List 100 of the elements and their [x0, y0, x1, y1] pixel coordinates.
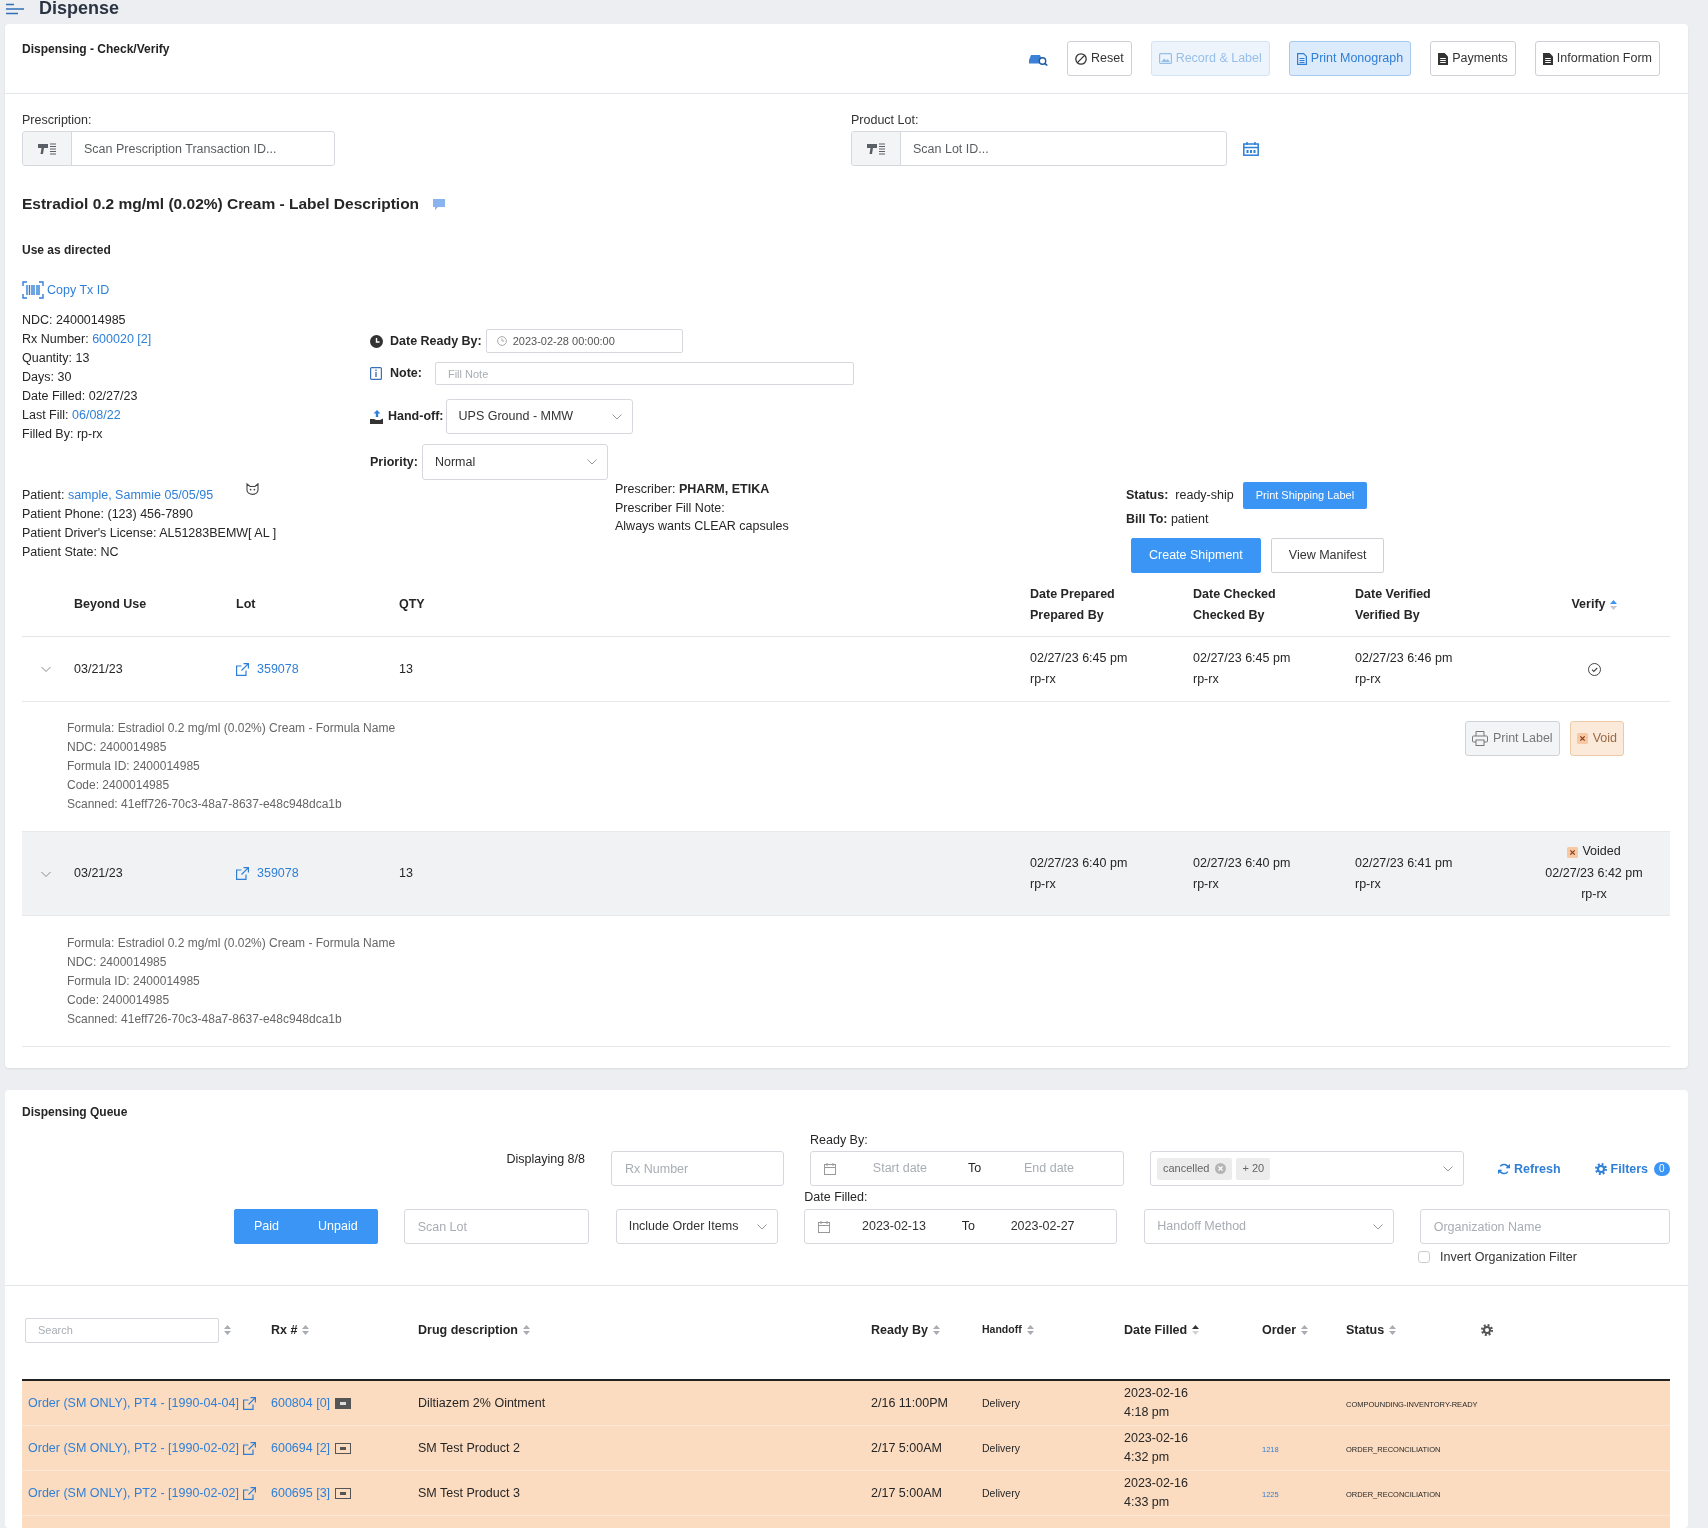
- file-icon: [1542, 52, 1553, 65]
- payment-toggle-button[interactable]: Paid: [234, 1209, 300, 1244]
- detail-text: NDC: 2400014985: [22, 312, 126, 330]
- lot-link[interactable]: 359078: [257, 660, 299, 678]
- table-cell: 13: [399, 661, 413, 676]
- column-header[interactable]: Drug description: [418, 1321, 518, 1339]
- start-date-input[interactable]: 2023-02-13: [843, 1218, 944, 1235]
- column-header[interactable]: Order: [1262, 1321, 1297, 1339]
- date-input[interactable]: 2023-02-28 00:00:00: [512, 333, 633, 349]
- x-square-icon: [1567, 846, 1579, 858]
- filter-tag[interactable]: cancelled: [1157, 1157, 1233, 1180]
- file-icon: [1296, 52, 1307, 65]
- hand-arrow-icon: [370, 409, 384, 424]
- file-icon: [1438, 52, 1449, 65]
- order-items-select[interactable]: Include Order Items: [615, 1209, 779, 1244]
- print-shipping-label-button[interactable]: Print Shipping Label: [1242, 482, 1368, 509]
- table-cell: SM Test Product 3: [418, 1485, 520, 1500]
- priority-select[interactable]: Normal: [421, 444, 608, 480]
- external-link-icon[interactable]: [236, 867, 249, 880]
- end-date-input[interactable]: 2023-02-27: [992, 1218, 1093, 1235]
- external-link-icon[interactable]: [242, 1396, 256, 1410]
- filter-tag[interactable]: + 20: [1236, 1157, 1271, 1180]
- information-form-button[interactable]: Information Form: [1534, 41, 1660, 76]
- organization-name-field[interactable]: Organization Name: [1419, 1209, 1670, 1244]
- reset-button[interactable]: Reset: [1067, 41, 1132, 76]
- chevron-down-icon[interactable]: [41, 664, 51, 674]
- rx-number-link[interactable]: 600695 [3]: [271, 1484, 331, 1502]
- settings-icon[interactable]: [1481, 1324, 1493, 1336]
- directions-text: Use as directed: [22, 242, 111, 258]
- detail-text: Days: 30: [22, 369, 72, 387]
- date-ready-by-field[interactable]: 2023-02-28 00:00:00: [485, 329, 683, 353]
- calendar-icon[interactable]: [1243, 141, 1259, 156]
- date-filled-range-field[interactable]: 2023-02-13 To 2023-02-27: [804, 1209, 1118, 1244]
- patient-text: Patient Phone: (123) 456-7890: [22, 506, 193, 523]
- image-icon: [1158, 53, 1172, 64]
- field-label: Hand-off:: [388, 408, 444, 425]
- search-field[interactable]: Search: [25, 1317, 219, 1343]
- filters-link[interactable]: Filters 0: [1594, 1161, 1670, 1177]
- close-icon[interactable]: [1215, 1163, 1227, 1174]
- column-header: Lot: [236, 596, 256, 613]
- detail-link[interactable]: 600020 [2]: [92, 332, 152, 347]
- invert-filter-checkbox[interactable]: [1418, 1251, 1430, 1263]
- detail-text: Scanned: 41eff726-70c3-48a7-8637-e48c948dca1b: [67, 1011, 342, 1028]
- field-label: Ready By:: [810, 1132, 868, 1148]
- copy-tx-id-link[interactable]: Copy Tx ID: [22, 280, 110, 300]
- detail-text: Formula ID: 2400014985: [67, 758, 200, 775]
- start-date-input[interactable]: Start date: [849, 1160, 950, 1177]
- patient-order-link[interactable]: Order (SM ONLY), PT2 - [1990-02-02]: [28, 1484, 239, 1502]
- payment-toggle-button[interactable]: Unpaid: [298, 1209, 378, 1244]
- hand-off-select[interactable]: UPS Ground - MMW: [445, 399, 633, 434]
- table-cell-text: 02/27/23 6:45 pm rp-rx: [1193, 650, 1291, 688]
- column-header: Date Prepared Prepared By: [1030, 585, 1115, 624]
- patient-order-link[interactable]: Order (SM ONLY), PT2 - [1990-02-02]: [28, 1439, 239, 1457]
- detail-link[interactable]: 06/08/22: [72, 408, 121, 423]
- rx-number-link[interactable]: 600804 [0]: [271, 1394, 331, 1412]
- column-header[interactable]: Handoff: [982, 1323, 1022, 1337]
- calendar-icon: [818, 1220, 831, 1233]
- payments-button[interactable]: Payments: [1430, 41, 1516, 76]
- cat-icon[interactable]: [246, 483, 260, 495]
- status-text: Status: ready-ship: [1126, 487, 1234, 504]
- void-button[interactable]: Void: [1569, 721, 1624, 756]
- end-date-input[interactable]: End date: [999, 1160, 1099, 1177]
- sort-icon[interactable]: [1192, 1325, 1200, 1335]
- column-header[interactable]: Rx #: [271, 1321, 298, 1339]
- scan-lot-field[interactable]: Scan Lot: [403, 1209, 589, 1244]
- rx-number-link[interactable]: 600694 [2]: [271, 1439, 331, 1457]
- handoff-method-select[interactable]: Handoff Method: [1144, 1209, 1394, 1244]
- external-link-icon[interactable]: [242, 1441, 256, 1455]
- status-multi-select[interactable]: cancelled + 20: [1150, 1151, 1464, 1186]
- column-header: Verify: [1571, 596, 1606, 613]
- external-link-icon[interactable]: [242, 1486, 256, 1500]
- fill-note-label: Prescriber Fill Note:: [615, 499, 725, 517]
- product-lot-field[interactable]: Scan Lot ID...: [900, 131, 1227, 166]
- table-cell: SM Test Product 2: [418, 1440, 520, 1455]
- card-title: Dispensing - Check/Verify: [22, 41, 170, 57]
- external-link-icon[interactable]: [236, 662, 249, 676]
- create-shipment-button[interactable]: Create Shipment: [1131, 538, 1261, 573]
- menu-icon[interactable]: [5, 3, 25, 15]
- note-field[interactable]: Fill Note: [434, 362, 854, 385]
- ready-by-range-field[interactable]: Start date To End date: [810, 1151, 1124, 1186]
- table-cell: 13: [399, 866, 413, 881]
- prescription-field[interactable]: Scan Prescription Transaction ID...: [71, 131, 335, 166]
- column-header[interactable]: Status: [1346, 1321, 1385, 1339]
- column-header[interactable]: Date Filled: [1124, 1321, 1188, 1339]
- comment-icon[interactable]: [433, 198, 446, 210]
- table-cell: Delivery: [982, 1396, 1020, 1409]
- gear-icon: [1594, 1163, 1607, 1175]
- field-label: Priority:: [370, 453, 418, 471]
- print-monograph-button[interactable]: Print Monograph: [1288, 41, 1412, 76]
- view-manifest-button[interactable]: View Manifest: [1270, 538, 1385, 573]
- print-label-button[interactable]: Print Label: [1464, 721, 1560, 756]
- table-cell: 03/21/23: [74, 866, 123, 881]
- field-label: Prescription:: [22, 112, 92, 128]
- column-header[interactable]: Ready By: [871, 1321, 928, 1339]
- detail-link[interactable]: sample, Sammie 05/05/95: [67, 488, 214, 502]
- lot-link[interactable]: 359078: [257, 865, 299, 882]
- patient-order-link[interactable]: Order (SM ONLY), PT4 - [1990-04-04]: [28, 1394, 239, 1412]
- clock-icon: [370, 334, 383, 348]
- refresh-link[interactable]: Refresh: [1498, 1161, 1561, 1177]
- rx-number-field[interactable]: Rx Number: [611, 1151, 784, 1186]
